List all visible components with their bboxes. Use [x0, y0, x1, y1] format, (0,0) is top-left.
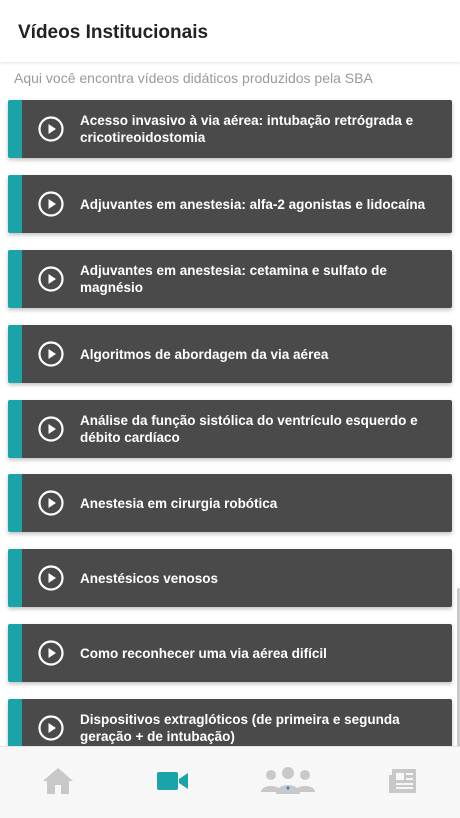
people-group-icon	[259, 766, 317, 801]
app-screen: Vídeos Institucionais Aqui você encontra…	[0, 0, 460, 818]
play-circle-icon	[38, 191, 64, 217]
video-title: Adjuvantes em anestesia: alfa-2 agonista…	[80, 196, 426, 212]
video-title: Como reconhecer uma via aérea difícil	[80, 645, 327, 661]
video-item[interactable]: Anestesia em cirurgia robótica	[8, 474, 452, 532]
play-circle-icon	[38, 565, 64, 591]
video-title: Anestésicos venosos	[80, 570, 219, 586]
play-circle-icon	[38, 640, 64, 666]
home-icon	[41, 766, 75, 801]
newspaper-icon	[388, 767, 418, 800]
play-circle-icon	[38, 266, 64, 292]
video-item[interactable]: Algoritmos de abordagem da via aérea	[8, 325, 452, 383]
play-circle-icon	[38, 416, 64, 442]
video-title: Adjuvantes em anestesia: cetamina e sulf…	[80, 263, 387, 295]
nav-home[interactable]	[0, 747, 115, 818]
page-subtitle: Aqui você encontra vídeos didáticos prod…	[14, 70, 373, 86]
video-item[interactable]: Análise da função sistólica do ventrícul…	[8, 400, 452, 458]
video-camera-icon	[156, 769, 190, 798]
video-title: Dispositivos extraglóticos (de primeira …	[80, 712, 400, 744]
play-circle-icon	[38, 490, 64, 516]
nav-community[interactable]	[230, 747, 345, 818]
nav-videos[interactable]	[115, 747, 230, 818]
video-item[interactable]: Acesso invasivo à via aérea: intubação r…	[8, 100, 452, 158]
video-item[interactable]: Adjuvantes em anestesia: cetamina e sulf…	[8, 250, 452, 308]
video-title: Algoritmos de abordagem da via aérea	[80, 346, 329, 362]
video-title: Acesso invasivo à via aérea: intubação r…	[80, 113, 414, 145]
video-title: Anestesia em cirurgia robótica	[80, 495, 278, 511]
video-item[interactable]: Anestésicos venosos	[8, 549, 452, 607]
video-item[interactable]: Como reconhecer uma via aérea difícil	[8, 624, 452, 682]
play-circle-icon	[38, 715, 64, 741]
video-item[interactable]: Adjuvantes em anestesia: alfa-2 agonista…	[8, 175, 452, 233]
video-title: Análise da função sistólica do ventrícul…	[80, 413, 418, 445]
app-header: Vídeos Institucionais	[0, 0, 460, 62]
page-title: Vídeos Institucionais	[18, 22, 209, 43]
nav-news[interactable]	[345, 747, 460, 818]
play-circle-icon	[38, 116, 64, 142]
play-circle-icon	[38, 341, 64, 367]
bottom-navigation	[0, 746, 460, 818]
